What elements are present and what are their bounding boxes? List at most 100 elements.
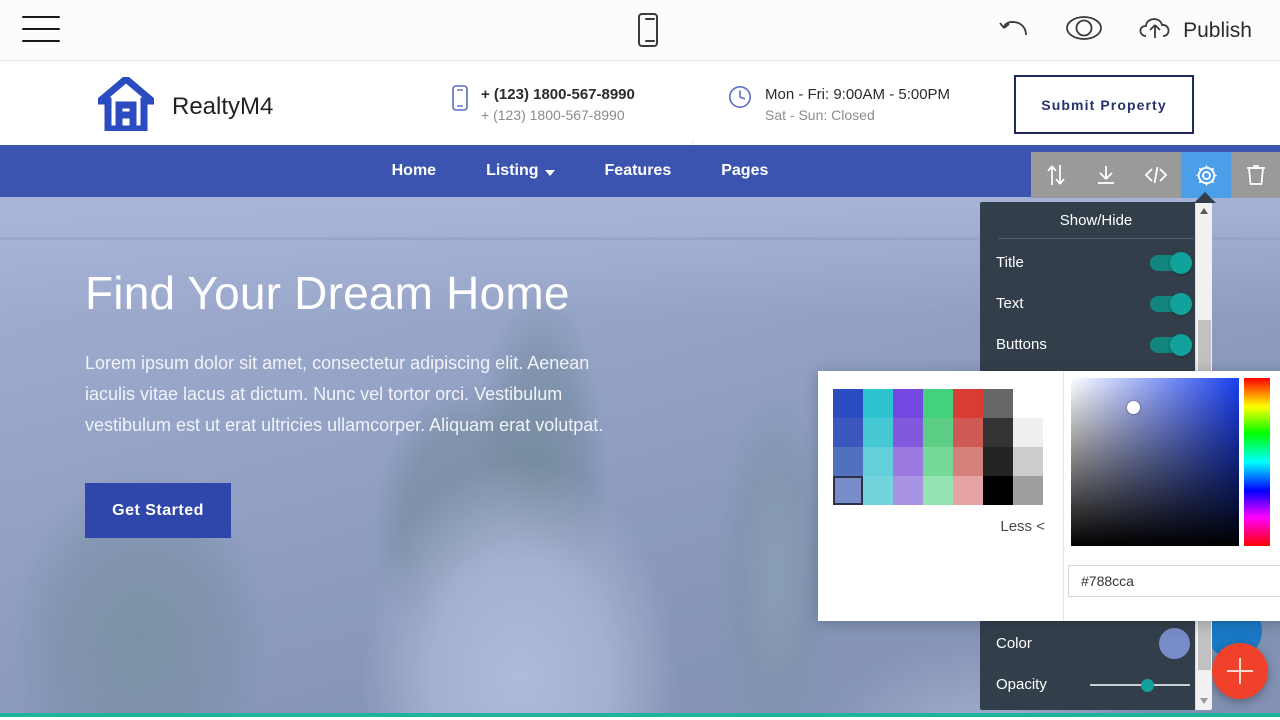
chevron-down-icon xyxy=(545,170,555,176)
color-swatch[interactable] xyxy=(1013,418,1043,447)
settings-row-title: Title xyxy=(980,245,1212,280)
color-swatch[interactable] xyxy=(863,389,893,418)
settings-row-buttons: Buttons xyxy=(980,327,1212,362)
submit-property-button[interactable]: Submit Property xyxy=(1014,75,1194,134)
add-block-button[interactable] xyxy=(1212,643,1268,699)
hero-title: Find Your Dream Home xyxy=(85,265,685,321)
gradient-picker-pane xyxy=(1064,371,1280,621)
nav-item-home[interactable]: Home xyxy=(392,162,436,180)
cloud-upload-icon xyxy=(1136,14,1174,47)
color-swatch-grid xyxy=(833,389,1043,505)
nav-label: Home xyxy=(392,162,436,180)
color-swatch[interactable] xyxy=(863,418,893,447)
nav-label: Features xyxy=(605,162,672,180)
hero-paragraph: Lorem ipsum dolor sit amet, consectetur … xyxy=(85,348,631,441)
block-toolbar xyxy=(1031,152,1280,198)
color-swatch[interactable] xyxy=(1013,476,1043,505)
color-swatch[interactable] xyxy=(833,447,863,476)
row-label: Color xyxy=(996,635,1032,652)
color-swatch[interactable] xyxy=(953,389,983,418)
eye-preview-icon[interactable] xyxy=(1065,15,1103,46)
undo-arrow-icon[interactable] xyxy=(998,13,1032,48)
hamburger-menu-icon[interactable] xyxy=(22,16,60,44)
row-label: Opacity xyxy=(996,676,1047,693)
hue-slider-strip[interactable] xyxy=(1244,378,1270,546)
color-swatch[interactable] xyxy=(923,476,953,505)
color-swatch[interactable] xyxy=(983,389,1013,418)
color-swatch[interactable] xyxy=(983,418,1013,447)
editor-top-bar: Publish xyxy=(0,0,1280,61)
hours-weekdays: Mon - Fri: 9:00AM - 5:00PM xyxy=(765,85,950,104)
nav-item-listing[interactable]: Listing xyxy=(486,162,554,180)
mobile-device-icon[interactable] xyxy=(638,13,658,47)
show-hide-title: Show/Hide xyxy=(980,202,1212,238)
color-swatch[interactable] xyxy=(893,476,923,505)
publish-button[interactable]: Publish xyxy=(1136,14,1252,47)
topbar-actions: Publish xyxy=(998,0,1252,61)
save-block-button[interactable] xyxy=(1081,152,1131,198)
color-swatch[interactable] xyxy=(893,418,923,447)
opacity-slider[interactable] xyxy=(1090,677,1190,693)
settings-row-color: Color xyxy=(980,626,1212,661)
plus-icon-vertical xyxy=(1239,658,1241,684)
color-swatch[interactable] xyxy=(833,476,863,505)
sv-handle[interactable] xyxy=(1127,401,1140,414)
color-swatch[interactable] xyxy=(923,447,953,476)
settings-row-text: Text xyxy=(980,286,1212,321)
brand[interactable]: RealtyM4 xyxy=(98,77,273,136)
mobile-phone-icon xyxy=(452,85,468,116)
hex-color-input[interactable] xyxy=(1068,565,1280,597)
color-swatch[interactable] xyxy=(863,447,893,476)
section-bottom-edge xyxy=(0,713,1280,717)
house-logo-icon xyxy=(98,77,154,136)
scroll-up-arrow-icon[interactable] xyxy=(1200,208,1208,214)
color-picker-popup: Less < xyxy=(818,371,1280,621)
less-toggle-link[interactable]: Less < xyxy=(1000,518,1045,535)
toggle-text[interactable] xyxy=(1150,296,1190,312)
color-swatch[interactable] xyxy=(833,389,863,418)
toggle-buttons[interactable] xyxy=(1150,337,1190,353)
hours-info: Mon - Fri: 9:00AM - 5:00PM Sat - Sun: Cl… xyxy=(728,85,950,125)
slider-track xyxy=(1090,684,1190,686)
row-label: Title xyxy=(996,254,1024,271)
swatch-pane: Less < xyxy=(818,371,1064,621)
site-header: RealtyM4 + (123) 1800-567-8990 + (123) 1… xyxy=(0,61,1280,145)
clock-icon xyxy=(728,85,752,114)
color-swatch[interactable] xyxy=(953,447,983,476)
color-swatch[interactable] xyxy=(953,476,983,505)
row-label: Buttons xyxy=(996,336,1047,353)
get-started-button[interactable]: Get Started xyxy=(85,483,231,538)
phone-primary: + (123) 1800-567-8990 xyxy=(481,85,635,104)
hero-content: Find Your Dream Home Lorem ipsum dolor s… xyxy=(85,265,685,538)
color-swatch[interactable] xyxy=(983,476,1013,505)
phone-secondary: + (123) 1800-567-8990 xyxy=(481,106,635,125)
brand-name: RealtyM4 xyxy=(172,93,273,121)
toggle-knob xyxy=(1170,293,1192,315)
settings-row-opacity: Opacity xyxy=(980,667,1212,702)
nav-item-features[interactable]: Features xyxy=(605,162,672,180)
panel-pointer-caret xyxy=(1194,192,1216,203)
nav-label: Pages xyxy=(721,162,768,180)
move-block-button[interactable] xyxy=(1031,152,1081,198)
color-swatch[interactable] xyxy=(893,447,923,476)
edit-code-button[interactable] xyxy=(1131,152,1181,198)
color-swatch-empty xyxy=(1013,389,1043,418)
publish-label: Publish xyxy=(1183,19,1252,43)
color-swatch[interactable] xyxy=(893,389,923,418)
delete-block-button[interactable] xyxy=(1231,152,1280,198)
color-swatch[interactable] xyxy=(863,476,893,505)
color-swatch[interactable] xyxy=(1013,447,1043,476)
scroll-down-arrow-icon[interactable] xyxy=(1200,698,1208,704)
saturation-value-square[interactable] xyxy=(1071,378,1239,546)
color-swatch[interactable] xyxy=(953,418,983,447)
color-swatch[interactable] xyxy=(833,418,863,447)
slider-thumb[interactable] xyxy=(1141,679,1154,692)
toggle-title[interactable] xyxy=(1150,255,1190,271)
background-color-swatch[interactable] xyxy=(1159,628,1190,659)
color-swatch[interactable] xyxy=(923,418,953,447)
color-swatch[interactable] xyxy=(923,389,953,418)
nav-item-pages[interactable]: Pages xyxy=(721,162,768,180)
color-swatch[interactable] xyxy=(983,447,1013,476)
row-label: Text xyxy=(996,295,1024,312)
hours-weekend: Sat - Sun: Closed xyxy=(765,106,950,125)
